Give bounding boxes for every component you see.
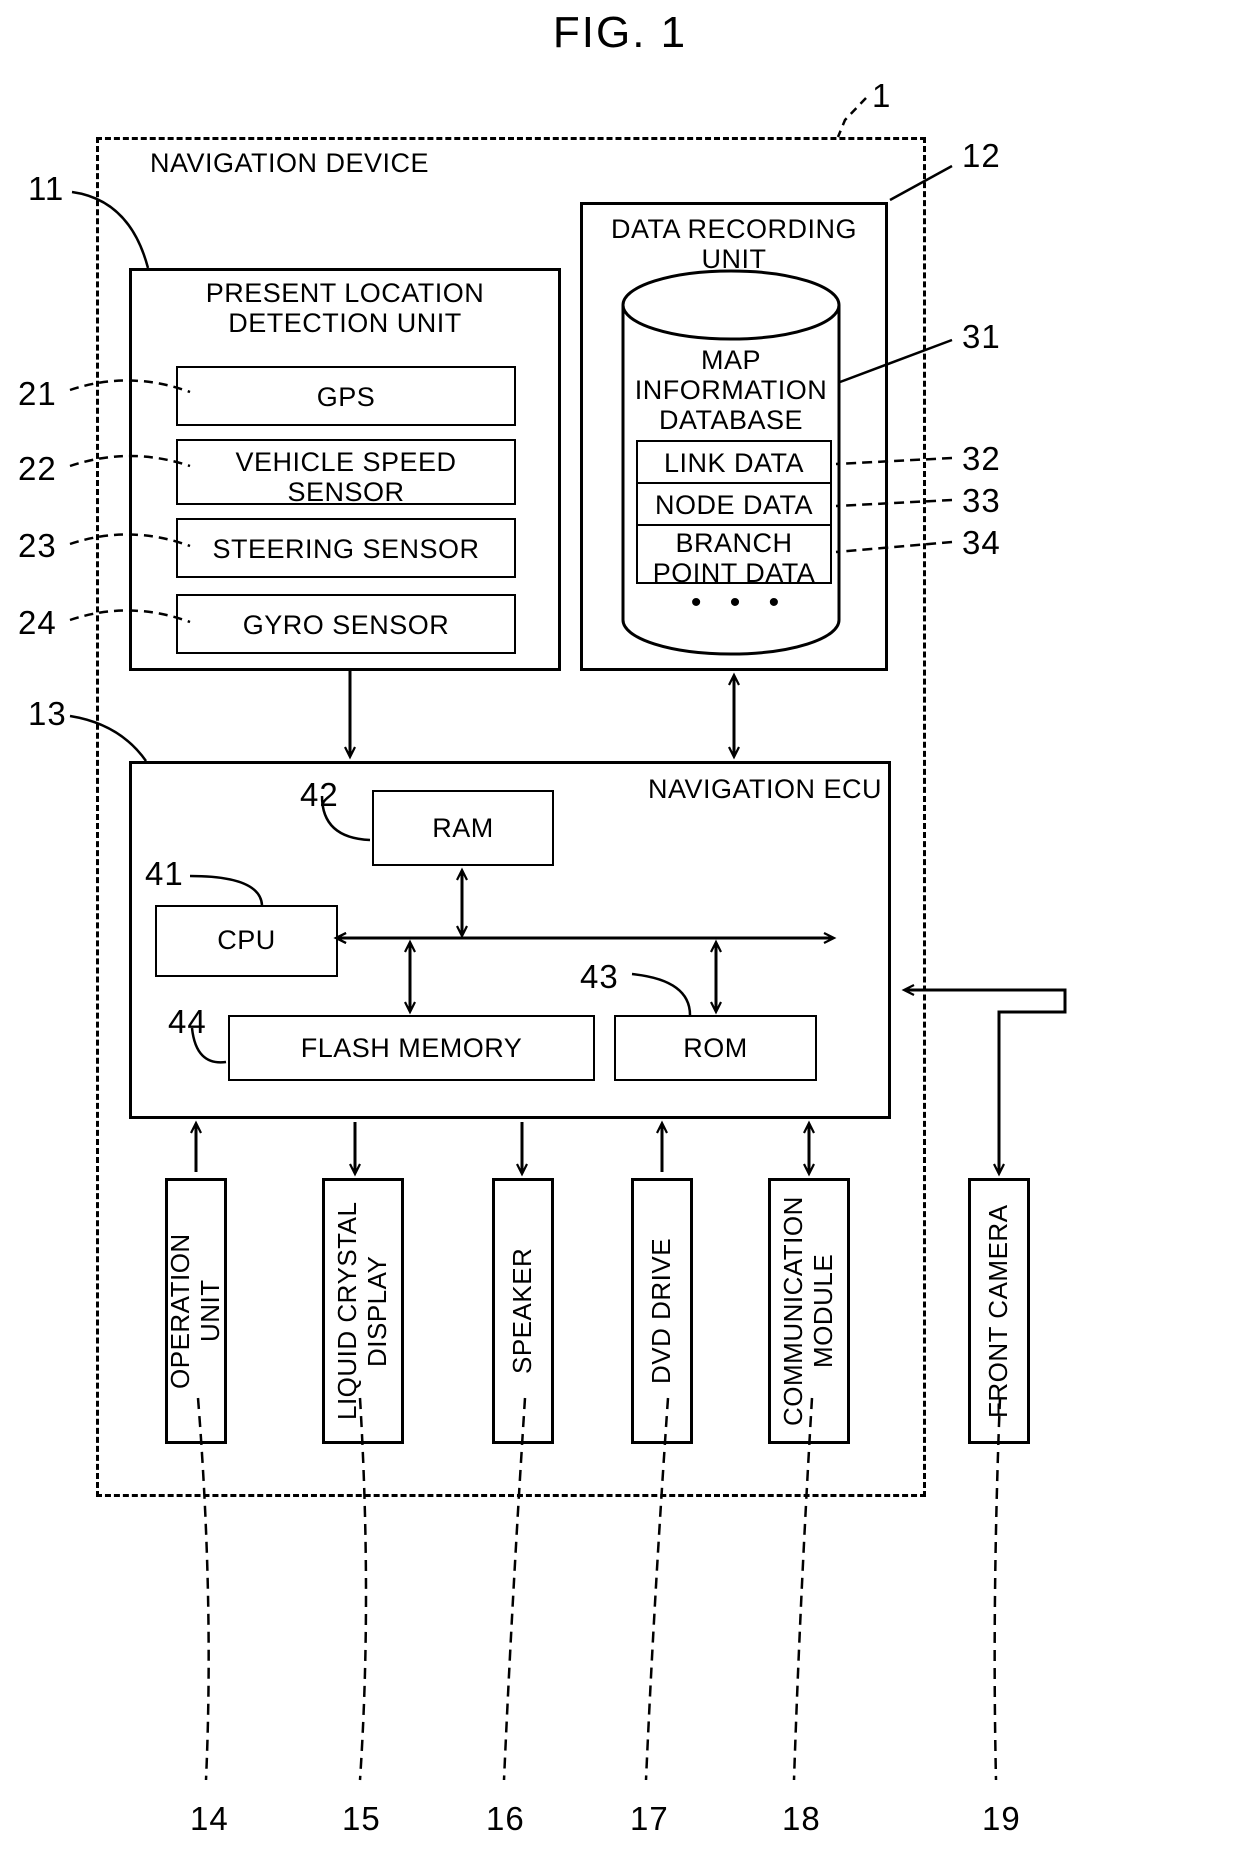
figure-title: FIG. 1 xyxy=(552,8,688,57)
map-information-database-label: MAP INFORMATION DATABASE xyxy=(634,345,828,436)
ref-43: 43 xyxy=(580,958,619,995)
rom-label: ROM xyxy=(683,1033,748,1063)
ref-18: 18 xyxy=(782,1800,821,1837)
ref-23: 23 xyxy=(18,527,57,564)
ref-24: 24 xyxy=(18,604,57,641)
ref-41: 41 xyxy=(145,855,184,892)
ref-44: 44 xyxy=(168,1003,207,1040)
gyro-sensor-label: GYRO SENSOR xyxy=(242,610,450,640)
ram-label: RAM xyxy=(432,813,494,843)
ref-16: 16 xyxy=(486,1800,525,1837)
ref-14: 14 xyxy=(190,1800,229,1837)
branch-point-data-label: BRANCH POINT DATA xyxy=(652,528,816,589)
ref-19: 19 xyxy=(982,1800,1021,1837)
ref-15: 15 xyxy=(342,1800,381,1837)
ref-33: 33 xyxy=(962,482,1001,519)
steering-sensor-label: STEERING SENSOR xyxy=(212,534,480,564)
ref-21: 21 xyxy=(18,375,57,412)
gps-label: GPS xyxy=(316,382,376,412)
cpu-label: CPU xyxy=(217,925,276,955)
ref-17: 17 xyxy=(630,1800,669,1837)
ref-11: 11 xyxy=(28,170,65,207)
dvd-drive-label: DVD DRIVE xyxy=(646,1237,677,1385)
communication-module-label: COMMUNICATION MODULE xyxy=(778,1196,838,1426)
ref-34: 34 xyxy=(962,524,1001,561)
ref-13: 13 xyxy=(28,695,67,732)
vehicle-speed-sensor-label: VEHICLE SPEED SENSOR xyxy=(235,447,457,508)
database-ellipsis: • • • xyxy=(690,586,790,619)
ref-system-1: 1 xyxy=(872,77,892,114)
liquid-crystal-display-label: LIQUID CRYSTAL DISPLAY xyxy=(332,1201,392,1421)
flash-memory-label: FLASH MEMORY xyxy=(300,1033,523,1063)
ref-22: 22 xyxy=(18,450,57,487)
navigation-ecu-label: NAVIGATION ECU xyxy=(647,774,882,804)
ref-42: 42 xyxy=(300,776,339,813)
ref-32: 32 xyxy=(962,440,1001,477)
data-recording-unit-label: DATA RECORDING UNIT xyxy=(610,214,858,275)
present-location-detection-unit-label: PRESENT LOCATION DETECTION UNIT xyxy=(205,278,485,339)
speaker-label: SPEAKER xyxy=(507,1247,538,1375)
operation-unit-label: OPERATION UNIT xyxy=(165,1233,225,1389)
navigation-device-label: NAVIGATION DEVICE xyxy=(150,148,430,178)
front-camera-label: FRONT CAMERA xyxy=(983,1204,1014,1418)
link-data-label: LINK DATA xyxy=(663,448,805,478)
ref-31: 31 xyxy=(962,318,1001,355)
ref-12: 12 xyxy=(962,137,1001,174)
node-data-label: NODE DATA xyxy=(654,490,813,520)
